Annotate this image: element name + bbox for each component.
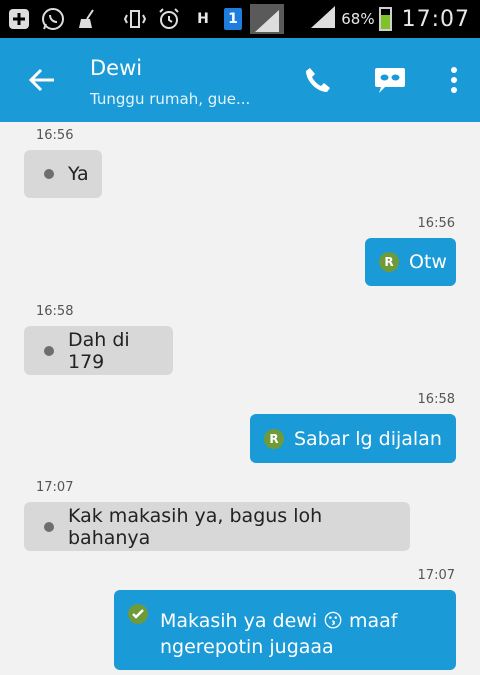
r-badge-icon: R [264, 428, 284, 449]
battery-fill [380, 15, 390, 29]
message-text: Sabar lg dijalan [294, 427, 442, 450]
cleaner-icon [74, 6, 100, 32]
outgoing-message-bubble[interactable]: Makasih ya dewi 😗 maaf ngerepotin jugaaa [114, 590, 456, 670]
mask-icon[interactable] [372, 62, 408, 98]
incoming-dot-icon [44, 521, 54, 532]
check-icon [128, 604, 148, 624]
battery-percent: 68% [341, 10, 375, 28]
message-timestamp: 17:07 [36, 480, 74, 495]
battery-icon [378, 7, 392, 31]
message-line-1: Makasih ya dewi 😗 maaf [160, 608, 398, 634]
r-badge-icon: R [379, 252, 399, 272]
signal-box-icon [250, 4, 284, 34]
kissing-face-emoji: 😗 [323, 610, 343, 632]
vibrate-icon [122, 6, 148, 32]
message-timestamp: 16:58 [417, 392, 455, 407]
sim-slot-label: 1 [228, 11, 238, 27]
phone-icon[interactable] [300, 62, 336, 98]
incoming-message-bubble[interactable]: Ya [24, 150, 102, 198]
sim-1-icon: 1 [224, 8, 242, 30]
outgoing-message-bubble[interactable]: R Sabar lg dijalan [250, 414, 456, 463]
message-timestamp: 16:56 [417, 216, 455, 231]
incoming-message-bubble[interactable]: Kak makasih ya, bagus loh bahanya [24, 502, 410, 551]
alarm-icon [156, 6, 182, 32]
contact-name[interactable]: Dewi [90, 56, 142, 80]
signal-icon [309, 4, 337, 34]
incoming-message-bubble[interactable]: Dah di 179 [24, 326, 173, 375]
add-notification-icon [6, 6, 32, 32]
message-text: Kak makasih ya, bagus loh bahanya [68, 504, 323, 549]
data-type-label: H [197, 11, 209, 27]
status-bar: H 1 68% 17:07 [0, 0, 480, 38]
incoming-dot-icon [44, 169, 54, 179]
conversation-header: Dewi Tunggu rumah, gue... [0, 38, 480, 122]
whatsapp-icon [40, 6, 66, 32]
message-text: Ya [68, 163, 89, 185]
message-text-block: Makasih ya dewi 😗 maaf ngerepotin jugaaa [160, 608, 398, 660]
back-arrow-icon[interactable] [26, 64, 58, 96]
message-text: Dah di 179 [68, 328, 130, 373]
message-text: Makasih ya dewi [160, 610, 318, 632]
message-timestamp: 17:07 [417, 568, 455, 583]
more-vertical-icon[interactable] [436, 62, 472, 98]
h-data-icon: H [190, 6, 216, 32]
outgoing-message-bubble[interactable]: R Otw [365, 238, 456, 286]
clock: 17:07 [401, 6, 470, 32]
message-timestamp: 16:58 [36, 304, 74, 319]
message-text: Otw [409, 251, 447, 273]
message-text: maaf [349, 610, 398, 632]
message-timestamp: 16:56 [36, 128, 74, 143]
message-list[interactable]: 16:56 Ya 16:56 R Otw 16:58 Dah di 179 16… [0, 122, 480, 675]
incoming-dot-icon [44, 345, 54, 356]
contact-subtitle: Tunggu rumah, gue... [90, 90, 251, 108]
message-line-2: ngerepotin jugaaa [160, 636, 334, 658]
